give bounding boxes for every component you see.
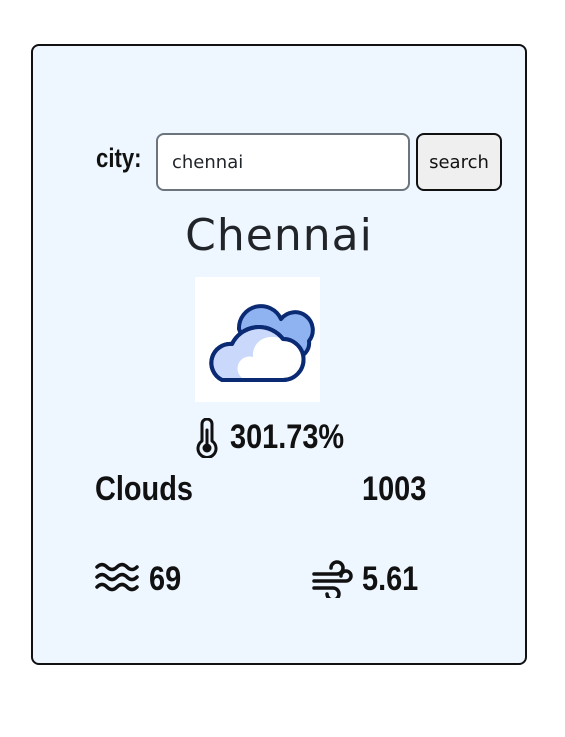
wind-icon (312, 560, 353, 598)
weather-card: city: search Chennai 301.73% Clouds 1003… (31, 44, 527, 665)
city-name-heading: Chennai (185, 210, 373, 261)
cloud-icon (209, 304, 315, 382)
temperature-value: 301.73% (230, 418, 345, 456)
city-search-input[interactable] (156, 133, 410, 191)
humidity-icon (95, 562, 139, 592)
search-button[interactable]: search (416, 133, 502, 191)
weather-condition-image (195, 277, 320, 402)
city-label: city: (96, 143, 142, 173)
weather-condition-text: Clouds (95, 470, 193, 508)
humidity-value: 69 (149, 560, 182, 598)
thermometer-icon (196, 418, 218, 458)
wind-speed-value: 5.61 (362, 560, 419, 598)
pressure-value: 1003 (362, 470, 427, 508)
